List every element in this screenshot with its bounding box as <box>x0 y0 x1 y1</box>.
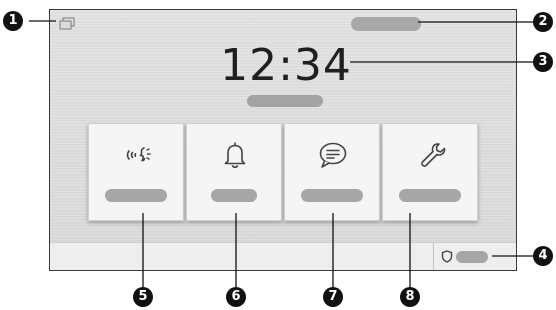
function-tiles <box>88 123 482 223</box>
manual-figure: 12:34 1 2 3 4 5 6 7 8 <box>0 0 556 310</box>
callout-badge-6: 6 <box>226 287 246 307</box>
bottom-bar-divider <box>433 243 434 270</box>
tile-messages[interactable] <box>284 123 380 221</box>
tile-alarm[interactable] <box>186 123 282 221</box>
callout-badge-4: 4 <box>533 246 553 266</box>
message-bubble-icon <box>319 142 347 168</box>
tile-settings[interactable] <box>382 123 478 221</box>
callout-badge-3: 3 <box>533 52 553 72</box>
shield-icon <box>441 250 453 263</box>
bell-icon <box>224 142 246 169</box>
intercom-voice-icon <box>126 147 151 162</box>
callout-badge-5: 5 <box>133 287 153 307</box>
callout-badge-8: 8 <box>400 287 420 307</box>
device-screen: 12:34 <box>49 9 517 271</box>
date-placeholder <box>247 95 323 107</box>
tile-label-placeholder <box>301 189 363 202</box>
wrench-icon <box>421 143 446 167</box>
callout-badge-7: 7 <box>323 287 343 307</box>
multi-window-icon[interactable] <box>59 17 75 31</box>
tile-label-placeholder <box>399 189 461 202</box>
tile-label-placeholder <box>211 189 257 202</box>
bottom-status-bar <box>50 242 516 270</box>
tile-intercom-voice[interactable] <box>88 123 184 221</box>
callout-badge-2: 2 <box>533 12 553 32</box>
status-indicator-placeholder <box>351 17 421 31</box>
clock-time: 12:34 <box>220 40 352 91</box>
callout-badge-1: 1 <box>3 11 23 31</box>
tile-label-placeholder <box>105 189 167 202</box>
security-status-placeholder <box>456 251 488 263</box>
